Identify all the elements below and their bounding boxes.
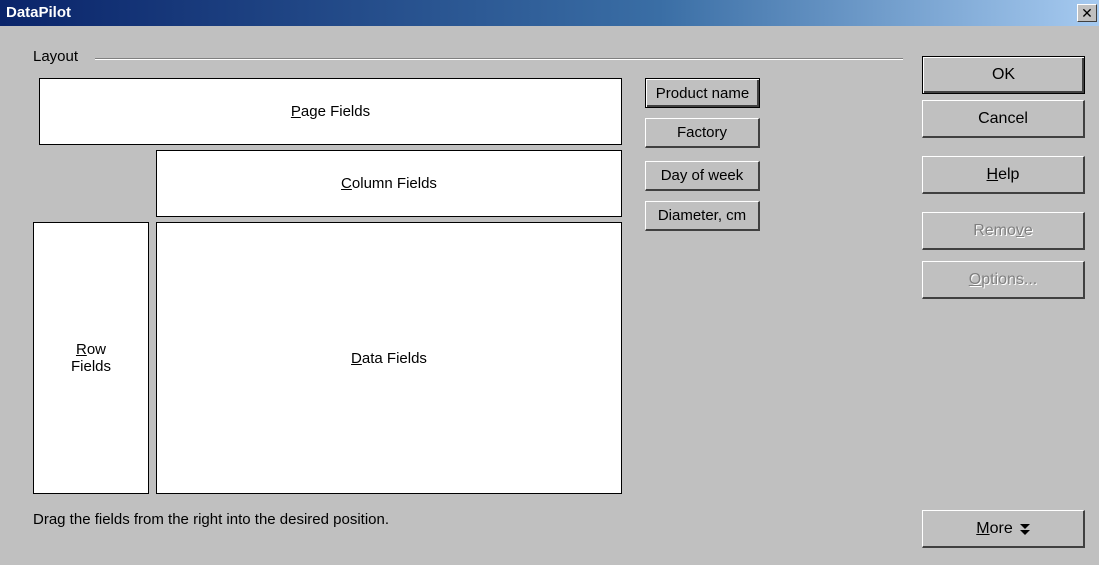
page-fields-label: Page Fields: [290, 103, 371, 120]
column-fields-label: Column Fields: [341, 175, 437, 192]
remove-button[interactable]: Remo v e: [922, 212, 1085, 250]
data-fields-area[interactable]: Data Fields: [156, 222, 622, 494]
page-fields-area[interactable]: Page Fields: [39, 78, 622, 145]
row-fields-area[interactable]: Row Fields: [33, 222, 149, 494]
instruction-text: Drag the fields from the right into the …: [33, 511, 390, 528]
ok-button[interactable]: OK: [922, 56, 1085, 94]
field-product-name[interactable]: Product name: [645, 78, 760, 108]
more-button[interactable]: More: [922, 510, 1085, 548]
cancel-button[interactable]: Cancel: [922, 100, 1085, 138]
field-diameter-cm[interactable]: Diameter, cm: [645, 201, 760, 231]
double-chevron-down-icon: [1019, 522, 1030, 536]
close-button[interactable]: ✕: [1077, 4, 1097, 22]
field-day-of-week[interactable]: Day of week: [645, 161, 760, 191]
layout-group-divider: [95, 58, 903, 60]
row-fields-label: Row Fields: [70, 341, 111, 375]
title-bar: DataPilot ✕: [0, 0, 1099, 26]
close-icon: ✕: [1081, 5, 1093, 21]
layout-group-label: Layout: [33, 48, 79, 65]
options-button[interactable]: Options...: [922, 261, 1085, 299]
column-fields-area[interactable]: Column Fields: [156, 150, 622, 217]
data-fields-label: Data Fields: [351, 349, 427, 367]
help-button[interactable]: Help: [922, 156, 1085, 194]
field-factory[interactable]: Factory: [645, 118, 760, 148]
window-title: DataPilot: [6, 4, 72, 21]
